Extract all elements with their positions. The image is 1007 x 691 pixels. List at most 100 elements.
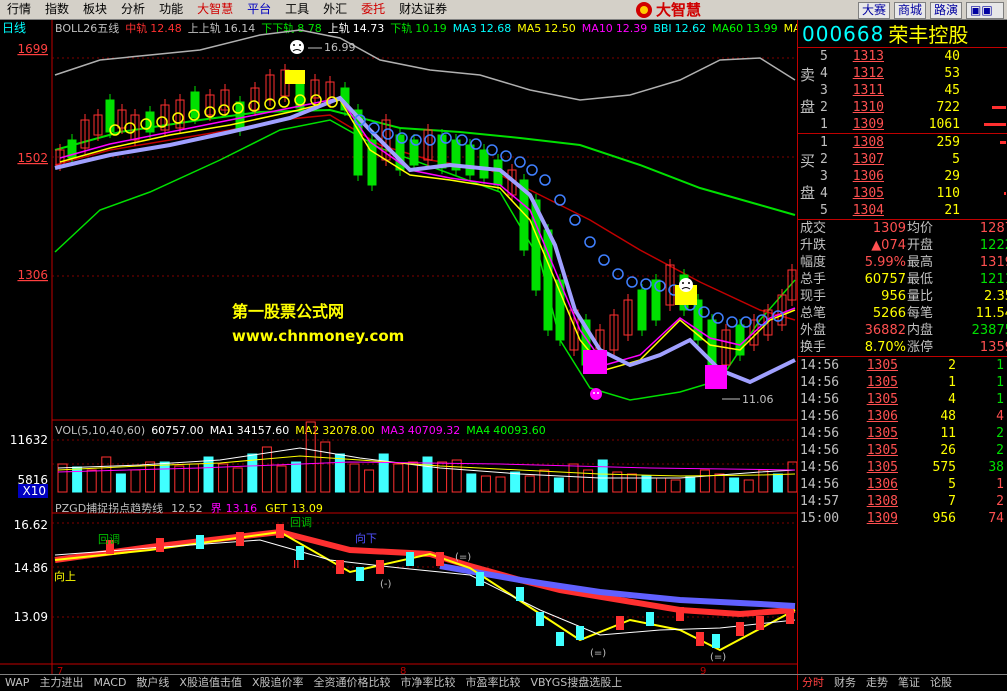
side-tab[interactable]: 走势	[861, 675, 893, 691]
side-tab[interactable]: 论股	[925, 675, 957, 691]
menu-item[interactable]: 指数	[38, 0, 76, 19]
pzgd-ann-2: (=)	[590, 648, 606, 659]
roadshow-button[interactable]: 路演	[930, 2, 963, 19]
tick-row: 14:56 1305 1 1	[798, 374, 1007, 391]
book-level: 3	[820, 169, 828, 184]
stat-value: 1211	[979, 272, 1007, 287]
dzh-logo[interactable]: 大智慧	[636, 1, 701, 19]
indicator-tab[interactable]: 散户线	[131, 675, 174, 691]
stat-row: 总手 60757最低 1211	[798, 271, 1007, 288]
volume-bar	[276, 465, 287, 493]
indicator-tab[interactable]: MACD	[88, 675, 131, 691]
stat-label: 换手	[800, 340, 827, 355]
side-tab[interactable]: 财务	[829, 675, 861, 691]
menu-item[interactable]: 财达证券	[392, 0, 454, 19]
indicator-tab[interactable]: 全资通价格比较	[309, 675, 396, 691]
tick-row: 14:56 1305 2 1	[798, 357, 1007, 374]
stat-value: 8.70%	[864, 340, 906, 355]
volume-bar	[203, 456, 214, 493]
mall-button[interactable]: 商城	[894, 2, 927, 19]
pzgd-bar	[786, 610, 794, 624]
book-row[interactable]: 4 1305 110	[798, 185, 1007, 202]
book-volume: 722	[936, 100, 960, 115]
menu-item[interactable]: 功能	[152, 0, 190, 19]
indicator-tab[interactable]: 市净率比较	[396, 675, 461, 691]
menu-item[interactable]: 板块	[76, 0, 114, 19]
indicator-tab[interactable]: X股追值击值	[174, 675, 247, 691]
trend-dot	[514, 156, 526, 168]
tick-time: 14:56	[800, 375, 840, 390]
stat-label: 最高	[907, 255, 934, 270]
tick-price: 1305	[866, 358, 898, 373]
book-row[interactable]: 1 1309 1061	[798, 116, 1007, 133]
menu-item[interactable]: 行情	[0, 0, 38, 19]
indicator-tab[interactable]: 主力进出	[34, 675, 88, 691]
pzgd-bar	[696, 632, 704, 646]
book-depth-bar	[992, 106, 1006, 109]
tick-price: 1305	[866, 460, 898, 475]
signal-block	[285, 70, 305, 84]
book-row[interactable]: 4 1312 53	[798, 65, 1007, 82]
book-row[interactable]: 2 1310 722	[798, 99, 1007, 116]
indicator-tab[interactable]: 市盈率比较	[461, 675, 526, 691]
tick-price: 1305	[866, 443, 898, 458]
side-tab[interactable]: 分时	[797, 675, 829, 691]
book-level: 5	[820, 49, 828, 64]
volume-bar	[553, 477, 564, 493]
stat-value: 1287	[979, 221, 1007, 236]
indicator-tab[interactable]: X股追价率	[247, 675, 309, 691]
kline-charts[interactable]: 日线 1699 1502 1306 BOLL26五线 中轨 12.48 上上轨 16.1…	[0, 20, 816, 677]
tick-volume: 2	[948, 358, 956, 373]
tick-count: 1	[996, 392, 1004, 407]
legend-label: 上轨	[328, 21, 350, 35]
book-row[interactable]: 5 1304 21	[798, 202, 1007, 219]
book-price: 1313	[852, 49, 884, 64]
trend-dot	[712, 312, 724, 324]
menu-item[interactable]: 委托	[354, 0, 392, 19]
pzgd-bar	[576, 626, 584, 640]
book-price: 1309	[852, 117, 884, 132]
chart-pane[interactable]: 日线 1699 1502 1306 BOLL26五线 中轨 12.48 上上轨 16.1…	[0, 20, 816, 690]
pzgd-bar	[676, 607, 684, 621]
book-row[interactable]: 3 1311 45	[798, 82, 1007, 99]
tick-count: 4	[996, 409, 1004, 424]
legend-label: MA3	[453, 22, 477, 35]
tick-volume: 575	[932, 460, 956, 475]
trend-dot	[172, 112, 184, 124]
side-tab[interactable]: 笔证	[893, 675, 925, 691]
stat-row: 现手 956量比 2.35	[798, 288, 1007, 305]
tick-time: 14:56	[800, 392, 840, 407]
tick-price: 1306	[866, 409, 898, 424]
book-row[interactable]: 2 1307 5	[798, 151, 1007, 168]
tick-count: 74	[988, 511, 1004, 526]
legend-label: MA10	[582, 22, 613, 35]
window-controls-icon[interactable]: ▣▣	[966, 2, 1004, 19]
menu-item[interactable]: 外汇	[316, 0, 354, 19]
book-price: 1307	[852, 152, 884, 167]
menu-items: 行情 指数 板块 分析 功能 大智慧 平台 工具 外汇 委托 财达证券	[0, 0, 454, 19]
stat-value: 1359	[979, 340, 1007, 355]
indicator-tab[interactable]: VBYGS搜盘选股上	[526, 675, 628, 691]
tick-volume: 26	[940, 443, 956, 458]
book-volume: 40	[944, 49, 960, 64]
menu-item[interactable]: 工具	[278, 0, 316, 19]
volume-bar	[174, 465, 185, 493]
stat-value: 5266	[872, 306, 906, 321]
book-row[interactable]: 5 1313 40	[798, 48, 1007, 65]
legend-label: MA60	[712, 22, 743, 35]
pzgd-ann-3: (=)	[710, 652, 726, 663]
indicator-tab[interactable]: WAP	[0, 675, 34, 691]
menu-item[interactable]: 平台	[240, 0, 278, 19]
menu-item[interactable]: 分析	[114, 0, 152, 19]
stock-header[interactable]: 000668 荣丰控股	[798, 20, 1007, 48]
book-row[interactable]: 1 1308 259	[798, 134, 1007, 151]
book-row[interactable]: 3 1306 29	[798, 168, 1007, 185]
tick-price: 1308	[866, 494, 898, 509]
legend-value: 14.73	[353, 22, 385, 35]
book-price: 1311	[852, 83, 884, 98]
period-label: 日线	[2, 21, 26, 35]
legend-label: 下轨	[390, 21, 412, 35]
book-level: 4	[820, 186, 828, 201]
menu-item[interactable]: 大智慧	[190, 0, 240, 19]
contest-button[interactable]: 大赛	[858, 2, 891, 19]
